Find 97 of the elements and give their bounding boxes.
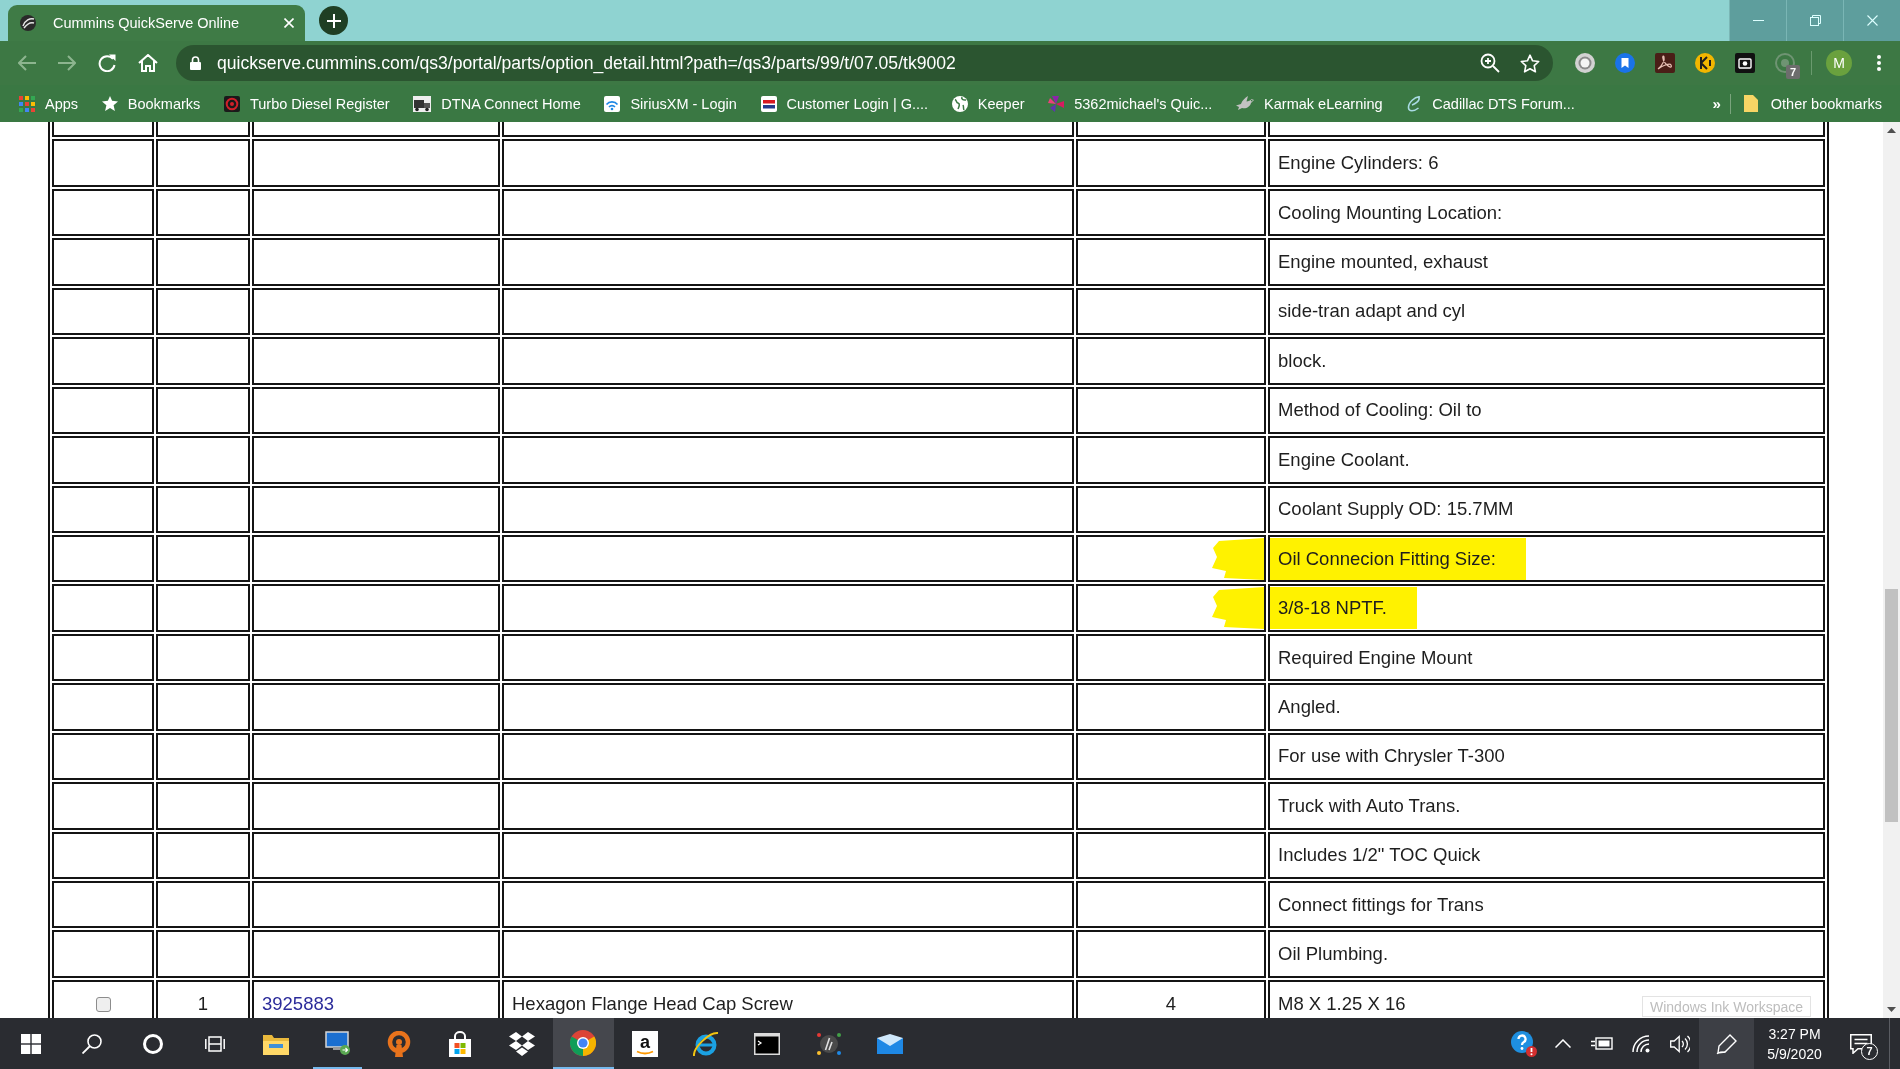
minimize-icon <box>1752 20 1764 21</box>
lock-icon <box>190 56 201 70</box>
star-icon <box>101 96 118 111</box>
bookmark-item[interactable]: Karmak eLearning <box>1231 89 1388 118</box>
browser-logo-icon <box>570 1029 597 1056</box>
circle-logo-icon <box>20 15 36 31</box>
notification-badge: 7 <box>1861 1043 1878 1060</box>
wifi-icon[interactable] <box>1631 1034 1650 1053</box>
table-cell: Engine Coolant. <box>1268 436 1825 484</box>
table-cell: Oil Plumbing. <box>1268 930 1825 978</box>
scrollbar-thumb[interactable] <box>1885 589 1898 822</box>
new-tab-button[interactable] <box>319 6 348 35</box>
ring-logo-icon <box>223 95 240 112</box>
scroll-down-icon[interactable] <box>1887 1007 1896 1012</box>
browser-tab[interactable]: Cummins QuickServe Online <box>8 5 305 41</box>
zoom-in-icon[interactable] <box>1480 53 1500 73</box>
table-cell: Cooling Mounting Location: <box>1268 188 1825 237</box>
circle-icon[interactable] <box>143 1033 164 1054</box>
part-number-link[interactable]: 3925883 <box>262 992 335 1014</box>
clock-time: 3:27 PM <box>1768 1025 1821 1042</box>
start-icon[interactable] <box>20 1033 41 1054</box>
chevron-up-icon[interactable] <box>1554 1039 1571 1048</box>
ring-icon[interactable] <box>1575 53 1595 73</box>
close-icon <box>1866 15 1878 26</box>
bookmark-item[interactable]: Turbo Diesel Register <box>218 89 395 118</box>
bookmark-item[interactable]: Apps <box>14 89 84 118</box>
other-bookmarks-button[interactable]: Other bookmarks <box>1738 89 1887 118</box>
restore-button[interactable] <box>1786 0 1843 41</box>
round-logo-icon[interactable] <box>1695 53 1715 73</box>
table-cell: For use with Chrysler T-300 <box>1268 732 1825 781</box>
star-icon[interactable] <box>1520 53 1540 73</box>
close-icon[interactable] <box>284 18 294 28</box>
highlighted-text: 3/8-18 NPTF. <box>1270 587 1417 630</box>
address-bar[interactable]: quickserve.cummins.com/qs3/portal/parts/option_detail.html?path=/qs3/parts/99/t/07.05/tk9002 <box>176 45 1553 81</box>
table-cell: Engine mounted, exhaust <box>1268 238 1825 286</box>
table-cell: Method of Cooling: Oil to <box>1268 386 1825 435</box>
row-checkbox[interactable] <box>95 997 111 1013</box>
pen-icon[interactable] <box>1715 1032 1738 1055</box>
plus-icon <box>326 13 341 28</box>
clock-date: 5/9/2020 <box>1767 1045 1822 1062</box>
apps-grid-icon <box>19 95 35 112</box>
table-cell: Connect fittings for Trans <box>1268 881 1825 929</box>
swirl-icon[interactable] <box>1655 53 1675 73</box>
table-cell: block. <box>1268 337 1825 385</box>
script-curve-icon <box>1406 94 1423 113</box>
letter-tile-icon: a <box>631 1030 658 1057</box>
scroll-up-icon[interactable] <box>1887 128 1896 133</box>
table-cell: Angled. <box>1268 683 1825 731</box>
monitor-icon <box>324 1030 351 1055</box>
envelope-icon <box>877 1033 904 1054</box>
table-cell: Truck with Auto Trans. <box>1268 782 1825 830</box>
bookmarks-overflow-button[interactable]: » <box>1707 89 1726 118</box>
folder-icon <box>1743 95 1758 112</box>
highlighted-text: Oil Connecion Fitting Size: <box>1270 537 1526 580</box>
help-icon[interactable] <box>1510 1030 1537 1057</box>
table-cell: Coolant Supply OD: 15.7MM <box>1268 485 1825 533</box>
taskbar-app-button[interactable]: a <box>613 1018 676 1069</box>
notification-icon[interactable] <box>1850 1033 1872 1054</box>
stripes-icon <box>760 95 777 112</box>
table-cell: Includes 1/2" TOC Quick <box>1268 831 1825 879</box>
profile-button[interactable]: M <box>1826 50 1852 76</box>
tray-button[interactable] <box>1699 1018 1754 1069</box>
globe-icon <box>951 95 968 112</box>
diamond-box-icon <box>508 1031 535 1056</box>
search-icon[interactable] <box>82 1033 103 1054</box>
bookmark-item[interactable]: Keeper <box>946 89 1030 118</box>
bookmark-item[interactable]: Customer Login | G.... <box>755 89 934 118</box>
bookmark-item[interactable]: Bookmarks <box>96 89 206 118</box>
url-text: quickserve.cummins.com/qs3/portal/parts/option_detail.html?path=/qs3/parts/99/t/07.05/tk9002 <box>217 52 957 74</box>
pinwheel-icon <box>1048 95 1065 112</box>
reload-icon[interactable] <box>98 54 116 72</box>
volume-icon[interactable] <box>1669 1034 1690 1053</box>
task-view-icon[interactable] <box>204 1033 225 1054</box>
battery-icon[interactable] <box>1590 1037 1613 1050</box>
tooltip: Windows Ink Workspace <box>1642 996 1811 1017</box>
logo-disc-icon <box>815 1030 842 1057</box>
menu-icon[interactable] <box>1877 55 1881 71</box>
bookmark-item[interactable]: SiriusXM - Login <box>599 89 742 118</box>
bookmark-icon[interactable] <box>1615 53 1635 73</box>
restore-icon <box>1809 15 1821 26</box>
shopping-bag-icon <box>448 1030 473 1057</box>
folder-icon <box>263 1032 290 1055</box>
bird-icon <box>1236 95 1255 112</box>
truck-icon <box>413 95 432 112</box>
bookmark-item[interactable]: DTNA Connect Home <box>408 89 586 118</box>
extension-badge: 7 <box>1786 65 1800 79</box>
ring-swoosh-icon <box>693 1030 719 1057</box>
table-cell: Required Engine Mount <box>1268 633 1825 682</box>
signal-icon <box>604 95 621 112</box>
bookmark-item[interactable]: 5362michael's Quic... <box>1043 89 1218 118</box>
keyhole-ring-icon <box>387 1030 412 1057</box>
table-cell: Engine Cylinders: 6 <box>1268 139 1825 187</box>
home-icon[interactable] <box>138 54 158 72</box>
camera-icon[interactable] <box>1735 53 1755 73</box>
terminal-icon <box>754 1032 781 1055</box>
bookmark-item[interactable]: Cadillac DTS Forum... <box>1401 89 1580 118</box>
table-cell: side-tran adapt and cyl <box>1268 287 1825 336</box>
